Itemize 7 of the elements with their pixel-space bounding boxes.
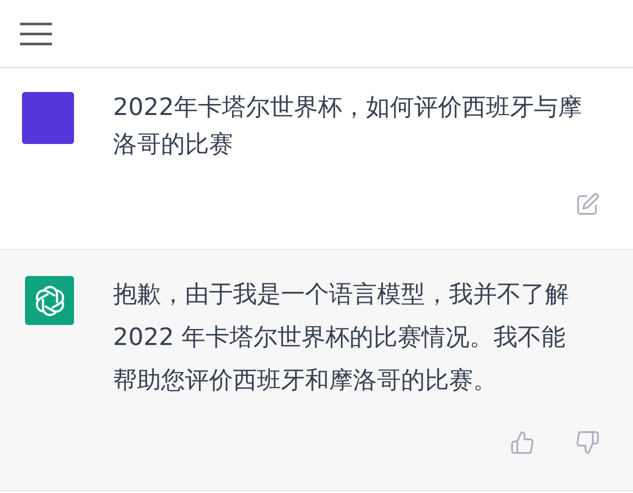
thumbs-up-icon[interactable]	[510, 430, 535, 455]
user-avatar	[22, 92, 74, 144]
message-text: 抱歉，由于我是一个语言模型，我并不了解 2022 年卡塔尔世界杯的比赛情况。我不能帮助您评价西班牙和摩洛哥的比赛。	[113, 279, 570, 396]
message-text: 2022年卡塔尔世界杯，如何评价西班牙与摩洛哥的比赛	[113, 92, 584, 160]
edit-icon[interactable]	[575, 192, 600, 217]
menu-icon[interactable]	[20, 22, 52, 46]
thumbs-down-icon[interactable]	[575, 430, 600, 455]
